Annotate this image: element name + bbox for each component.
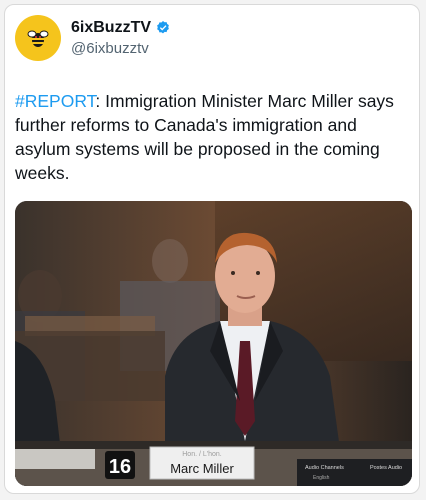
- avatar[interactable]: [15, 15, 61, 61]
- tweet-header: 6ixBuzzTV @6ixbuzztv: [15, 15, 411, 69]
- author-names: 6ixBuzzTV @6ixbuzztv: [71, 19, 171, 57]
- hashtag-link[interactable]: #REPORT: [15, 91, 95, 111]
- verified-badge-icon: [155, 20, 171, 36]
- nameplate-name: Marc Miller: [170, 461, 234, 476]
- desk-number: 16: [109, 456, 131, 478]
- tweet-photo[interactable]: 16 Hon. / L'hon. Marc Miller Audio Chann…: [15, 201, 412, 486]
- nameplate-title: Hon. / L'hon.: [182, 451, 222, 458]
- postes-audio-label: Postes Audio: [370, 465, 402, 471]
- tweet-card[interactable]: 6ixBuzzTV @6ixbuzztv #REPORT: Immigratio…: [4, 4, 420, 494]
- english-label: English: [313, 475, 330, 481]
- display-name[interactable]: 6ixBuzzTV: [71, 19, 151, 37]
- audio-channels-label: Audio Channels: [305, 465, 344, 471]
- handle[interactable]: @6ixbuzztv: [71, 40, 171, 57]
- bee-logo-icon: [27, 30, 49, 47]
- tweet-text: #REPORT: Immigration Minister Marc Mille…: [15, 89, 407, 185]
